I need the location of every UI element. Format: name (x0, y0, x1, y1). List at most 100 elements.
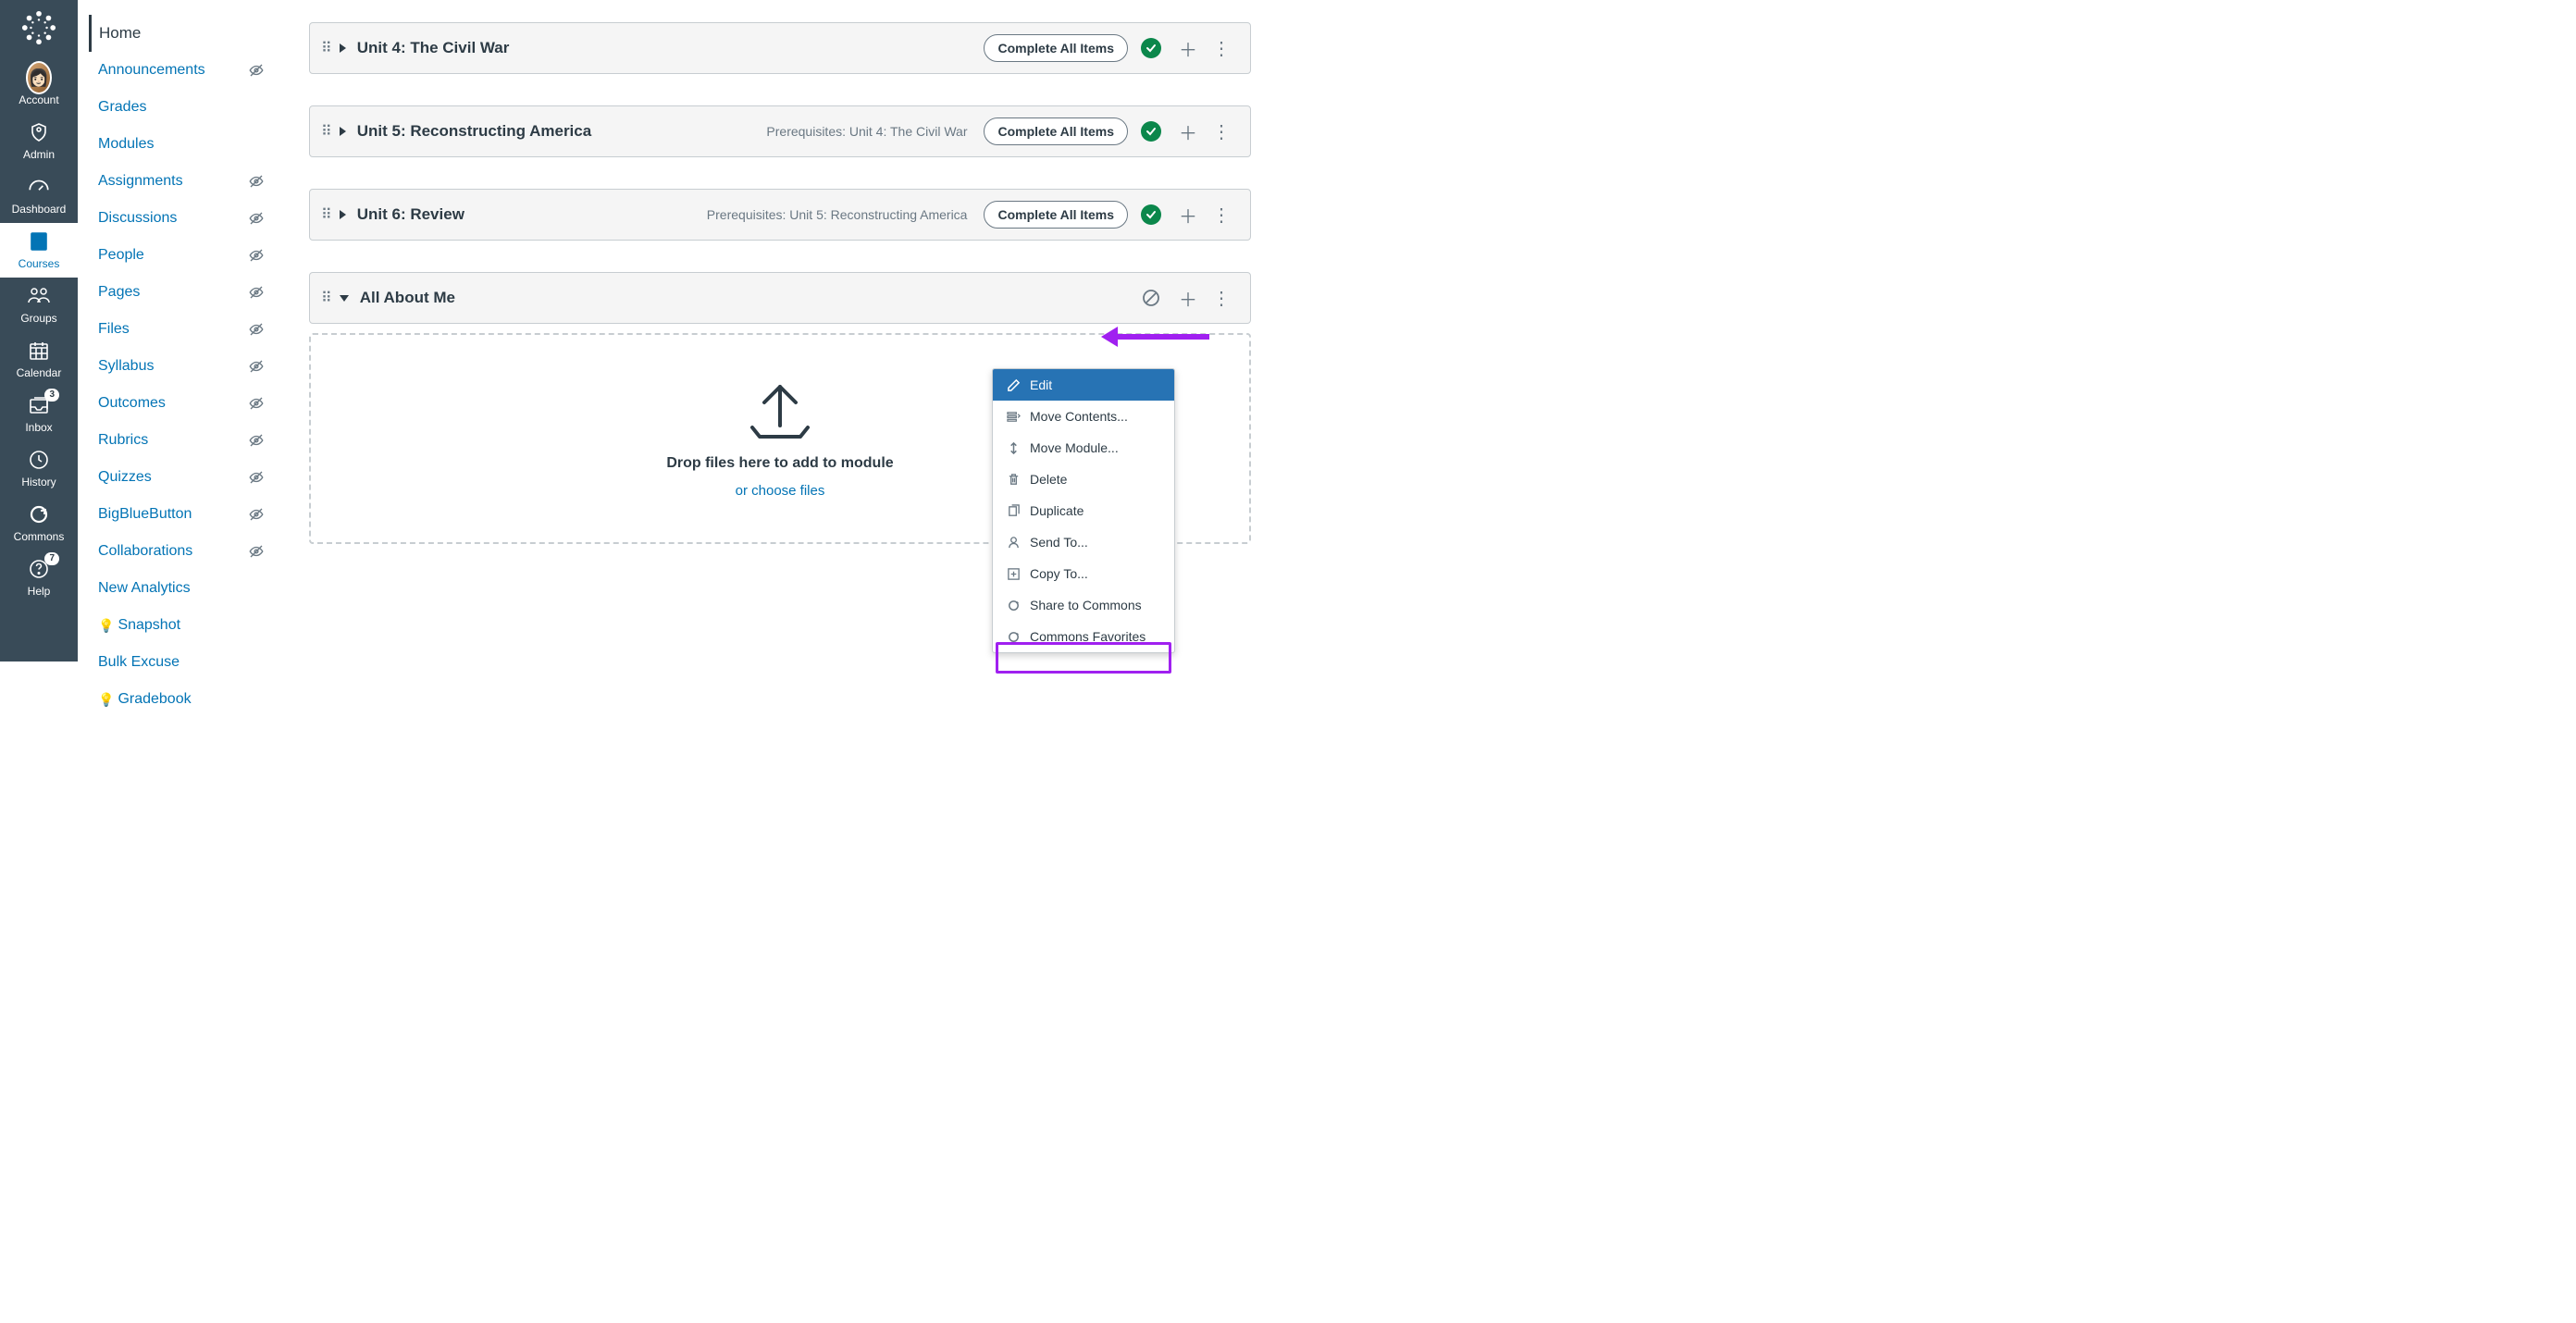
nav-history-label: History (21, 476, 56, 488)
menu-delete[interactable]: Delete (993, 464, 1174, 495)
nav-dashboard[interactable]: Dashboard (0, 168, 78, 223)
add-item-button[interactable]: ＋ (1174, 34, 1202, 62)
hidden-icon (248, 543, 265, 560)
course-nav-files[interactable]: Files (98, 311, 276, 348)
menu-edit[interactable]: Edit (993, 369, 1174, 401)
hidden-icon (248, 173, 265, 190)
module-title: Unit 5: Reconstructing America (357, 122, 591, 141)
nav-calendar[interactable]: Calendar (0, 332, 78, 387)
menu-copy-to[interactable]: Copy To... (993, 558, 1174, 589)
published-icon[interactable] (1141, 121, 1161, 142)
published-icon[interactable] (1141, 38, 1161, 58)
complete-all-pill[interactable]: Complete All Items (984, 201, 1128, 229)
nav-courses[interactable]: Courses (0, 223, 78, 278)
hidden-icon (248, 62, 265, 79)
expand-caret-icon[interactable] (340, 43, 346, 53)
module-header: ⠿ All About Me ＋ ⋮ (310, 273, 1250, 323)
course-nav-home[interactable]: Home (89, 15, 276, 52)
canvas-logo-icon[interactable] (20, 9, 57, 46)
course-nav-pages[interactable]: Pages (98, 274, 276, 311)
annotation-arrow (1101, 327, 1209, 347)
module-header: ⠿ Unit 5: Reconstructing America Prerequ… (310, 106, 1250, 156)
nav-help[interactable]: 7 Help (0, 550, 78, 605)
add-item-button[interactable]: ＋ (1174, 117, 1202, 145)
duplicate-icon (1006, 504, 1021, 518)
course-nav-modules[interactable]: Modules (98, 126, 276, 163)
course-nav-bbb[interactable]: BigBlueButton (98, 496, 276, 533)
nav-commons[interactable]: Commons (0, 496, 78, 550)
module-options-button[interactable]: ⋮ (1208, 34, 1235, 62)
course-nav-announcements[interactable]: Announcements (98, 52, 276, 89)
hidden-icon (248, 284, 265, 301)
user-icon (1006, 536, 1021, 550)
module-header: ⠿ Unit 6: Review Prerequisites: Unit 5: … (310, 190, 1250, 240)
unpublished-icon[interactable] (1141, 288, 1161, 308)
course-nav-gradebook[interactable]: 💡Gradebook (98, 681, 276, 718)
module-options-button[interactable]: ⋮ (1208, 117, 1235, 145)
move-module-icon (1006, 441, 1021, 455)
nav-history[interactable]: History (0, 441, 78, 496)
nav-account[interactable]: 👩🏻 Account (0, 59, 78, 114)
course-nav-bulk-excuse[interactable]: Bulk Excuse (98, 644, 276, 681)
course-nav-discussions[interactable]: Discussions (98, 200, 276, 237)
bulb-icon: 💡 (98, 692, 114, 708)
menu-share-commons[interactable]: Share to Commons (993, 589, 1174, 621)
collapse-caret-icon[interactable] (340, 295, 349, 302)
course-nav-grades[interactable]: Grades (98, 89, 276, 126)
inbox-badge: 3 (44, 389, 59, 402)
menu-duplicate[interactable]: Duplicate (993, 495, 1174, 526)
course-nav-rubrics[interactable]: Rubrics (98, 422, 276, 459)
course-nav-assignments[interactable]: Assignments (98, 163, 276, 200)
menu-move-module[interactable]: Move Module... (993, 432, 1174, 464)
calendar-icon (26, 338, 52, 364)
nav-account-label: Account (19, 93, 58, 106)
drag-handle-icon[interactable]: ⠿ (321, 289, 330, 307)
choose-files-link[interactable]: or choose files (736, 483, 825, 499)
complete-all-pill[interactable]: Complete All Items (984, 34, 1128, 62)
complete-all-pill[interactable]: Complete All Items (984, 117, 1128, 145)
add-item-button[interactable]: ＋ (1174, 284, 1202, 312)
course-nav-people[interactable]: People (98, 237, 276, 274)
course-nav-analytics[interactable]: New Analytics (98, 570, 276, 607)
nav-inbox[interactable]: 3 Inbox (0, 387, 78, 441)
hidden-icon (248, 358, 265, 375)
module-options-menu: Edit Move Contents... Move Module... Del… (992, 368, 1175, 653)
nav-inbox-label: Inbox (25, 421, 52, 434)
nav-groups-label: Groups (20, 312, 56, 325)
commons-share-icon (1006, 599, 1021, 612)
hidden-icon (248, 395, 265, 412)
dropzone-text: Drop files here to add to module (666, 455, 893, 472)
drag-handle-icon[interactable]: ⠿ (321, 39, 330, 57)
course-nav-collaborations[interactable]: Collaborations (98, 533, 276, 570)
menu-move-contents[interactable]: Move Contents... (993, 401, 1174, 432)
module-options-button[interactable]: ⋮ (1208, 284, 1235, 312)
course-nav-syllabus[interactable]: Syllabus (98, 348, 276, 385)
published-icon[interactable] (1141, 204, 1161, 225)
menu-send-to[interactable]: Send To... (993, 526, 1174, 558)
help-badge: 7 (44, 552, 59, 565)
drag-handle-icon[interactable]: ⠿ (321, 122, 330, 141)
course-nav-outcomes[interactable]: Outcomes (98, 385, 276, 422)
module-header: ⠿ Unit 4: The Civil War Complete All Ite… (310, 23, 1250, 73)
prereq-text: Prerequisites: Unit 4: The Civil War (766, 124, 967, 139)
module-options-button[interactable]: ⋮ (1208, 201, 1235, 229)
pencil-icon (1006, 378, 1021, 392)
trash-icon (1006, 473, 1021, 487)
move-contents-icon (1006, 410, 1021, 424)
hidden-icon (248, 210, 265, 227)
nav-groups[interactable]: Groups (0, 278, 78, 332)
avatar-icon: 👩🏻 (26, 61, 52, 94)
global-nav: 👩🏻 Account Admin Dashboard Courses Group… (0, 0, 78, 662)
bulb-icon: 💡 (98, 618, 114, 634)
course-nav-quizzes[interactable]: Quizzes (98, 459, 276, 496)
drag-handle-icon[interactable]: ⠿ (321, 205, 330, 224)
expand-caret-icon[interactable] (340, 210, 346, 219)
nav-help-label: Help (28, 585, 51, 598)
groups-icon (26, 283, 52, 309)
course-nav-snapshot[interactable]: 💡Snapshot (98, 607, 276, 644)
module-unit-6: ⠿ Unit 6: Review Prerequisites: Unit 5: … (309, 189, 1251, 241)
nav-admin[interactable]: Admin (0, 114, 78, 168)
add-item-button[interactable]: ＋ (1174, 201, 1202, 229)
expand-caret-icon[interactable] (340, 127, 346, 136)
copy-to-icon (1006, 567, 1021, 581)
